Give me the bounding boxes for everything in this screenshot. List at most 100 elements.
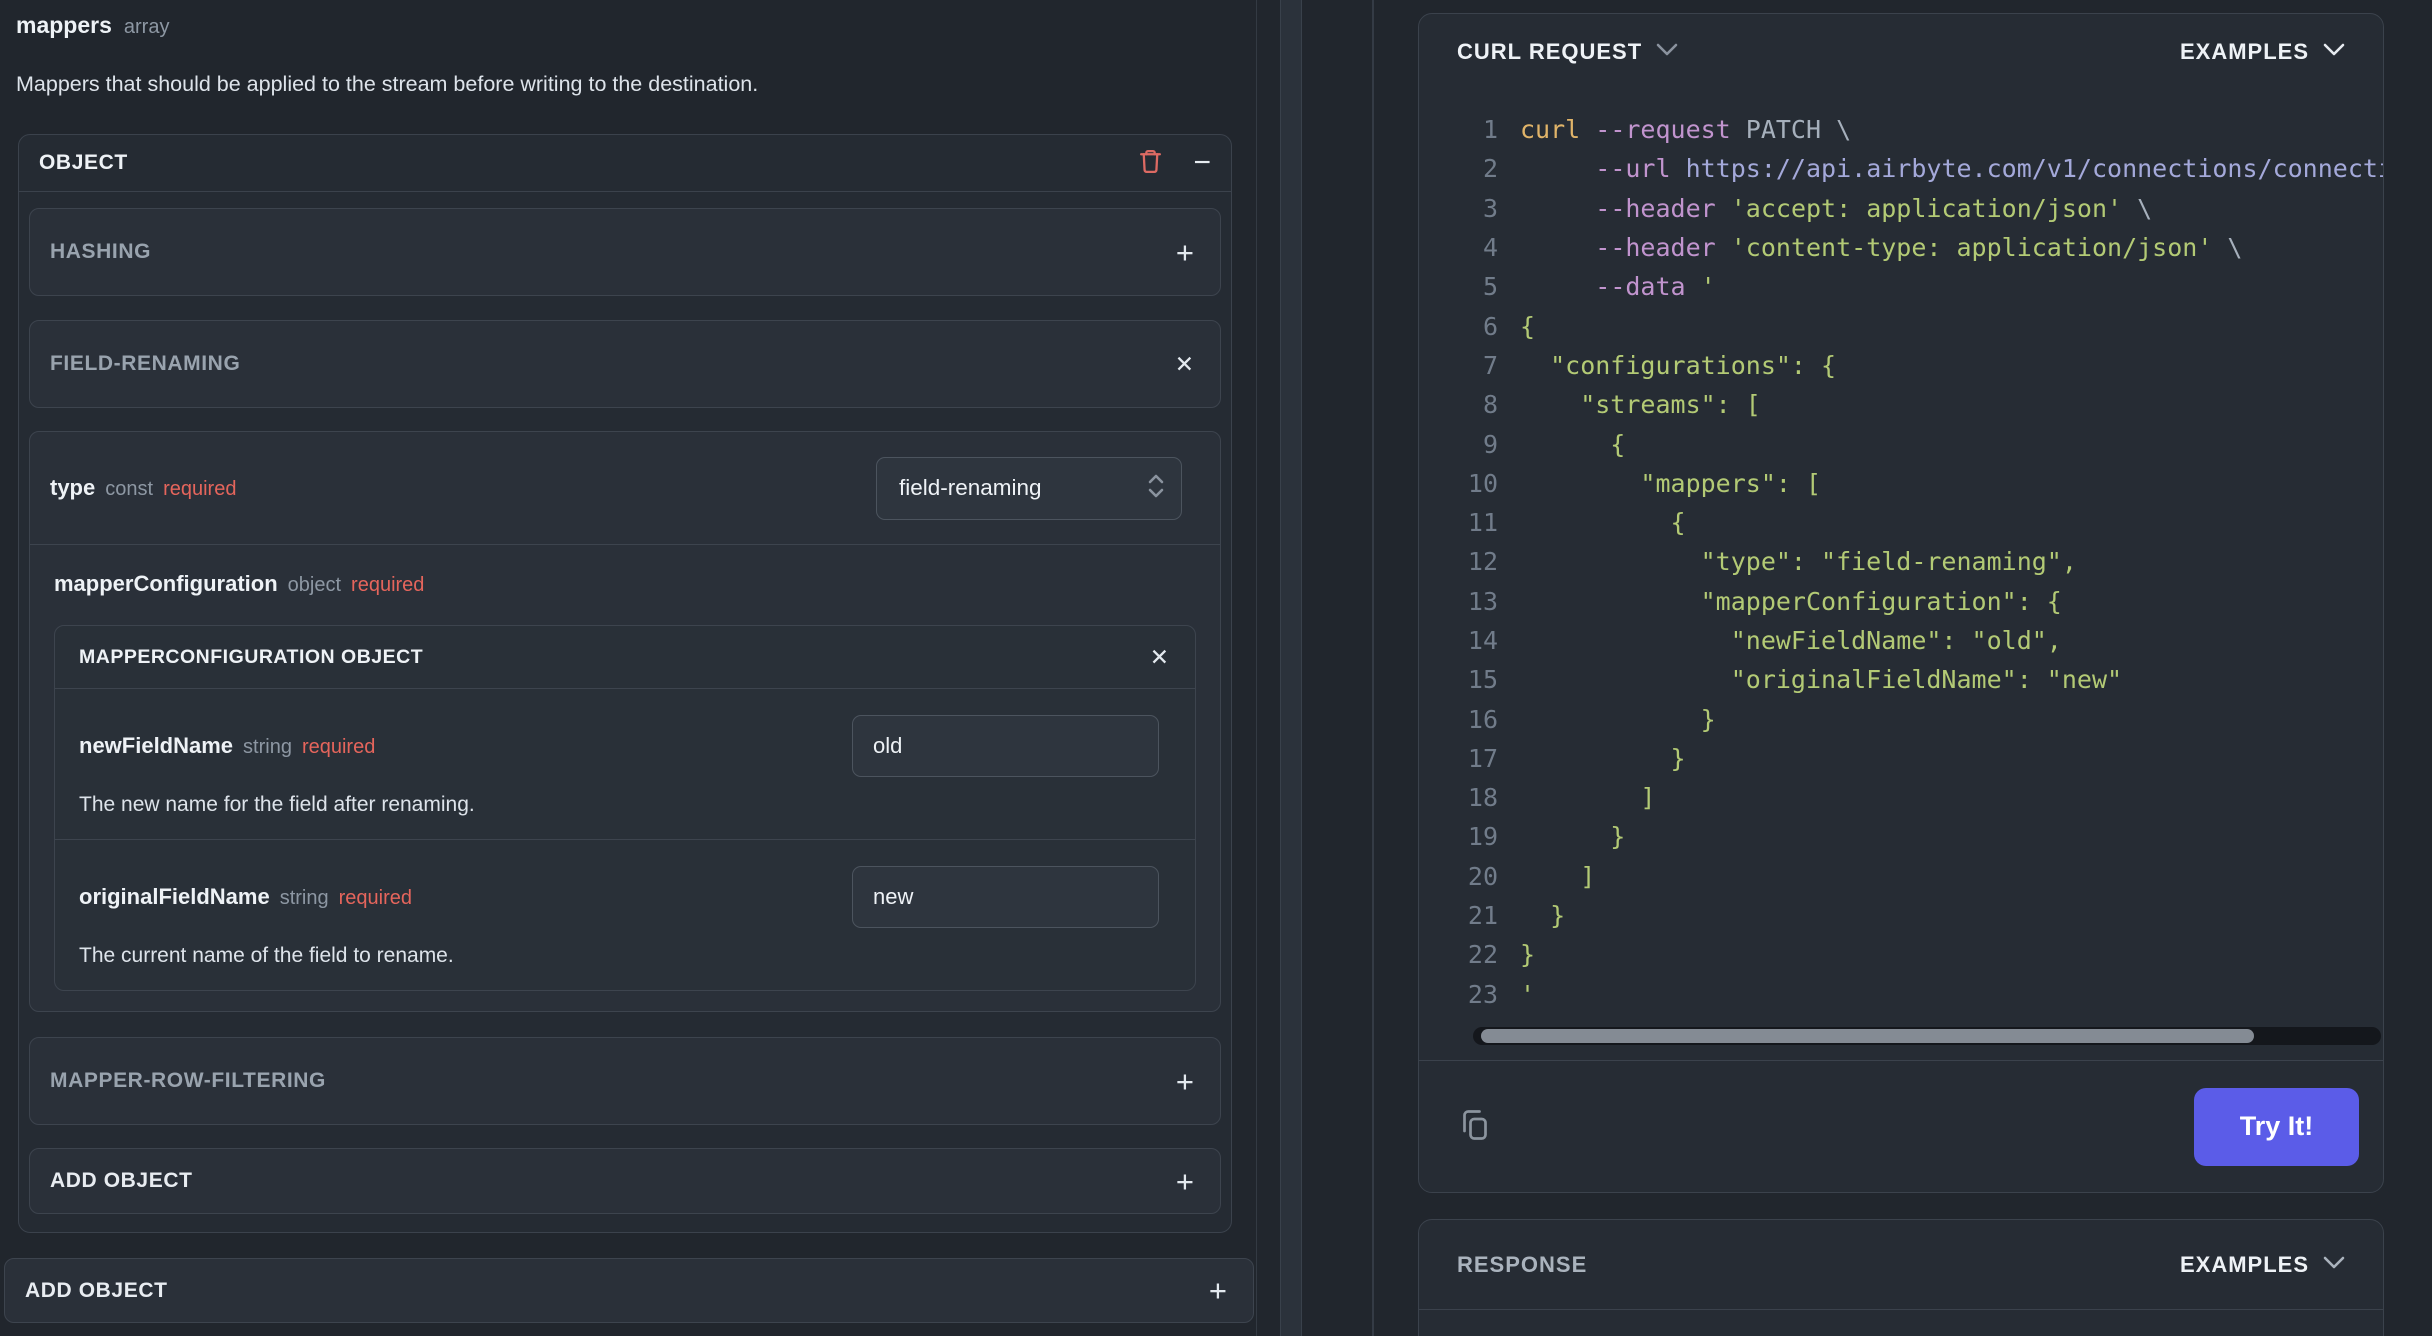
code-token: 'accept: application/json' — [1730, 193, 2123, 223]
field-required-badge: required — [338, 887, 413, 909]
original-field-name-input[interactable] — [852, 866, 1159, 928]
line-number: 13 — [1467, 586, 1498, 616]
code-token: curl — [1520, 115, 1596, 145]
examples-label: EXAMPLES — [2179, 1251, 2309, 1277]
line-number: 19 — [1467, 822, 1498, 852]
line-number: 17 — [1467, 743, 1498, 773]
code-line: 14 "newFieldName": "old", — [1419, 621, 2383, 660]
field-name: type — [50, 475, 96, 500]
field-name: mapperConfiguration — [54, 571, 278, 596]
code-token: https://api.airbyte.com/v1/connections/c… — [1685, 154, 2383, 184]
field-description: The new name for the field after renamin… — [79, 793, 475, 816]
code-line: 21 } — [1419, 896, 2383, 935]
field-description: The current name of the field to rename. — [79, 944, 454, 967]
code-line: 19 } — [1419, 817, 2383, 856]
new-field-name-row: newFieldName string required The new nam… — [55, 689, 1195, 839]
code-viewer: 1 curl --request PATCH \ 2 --url https://a… — [1419, 98, 2383, 1026]
close-icon[interactable]: ✕ — [1175, 352, 1194, 376]
delete-object-button[interactable] — [1138, 148, 1163, 178]
response-examples-selector[interactable]: EXAMPLES — [2180, 1252, 2345, 1278]
left-pane-scrollbar[interactable] — [1280, 0, 1302, 1336]
mapper-configuration-box-header: MAPPERCONFIGURATION OBJECT ✕ — [55, 626, 1195, 689]
new-field-name-input[interactable] — [852, 715, 1159, 777]
code-line: 15 "originalFieldName": "new" — [1419, 660, 2383, 699]
variant-mapper-row-filtering[interactable]: MAPPER-ROW-FILTERING + — [29, 1037, 1221, 1125]
code-line: 7 "configurations": { — [1419, 346, 2383, 385]
field-kind: const — [105, 478, 154, 500]
chevron-up-down-icon — [1145, 471, 1167, 506]
code-line: 6{ — [1419, 306, 2383, 345]
type-select[interactable]: field-renaming — [876, 456, 1182, 520]
code-token: "streams": [ — [1520, 390, 1761, 420]
line-number: 9 — [1482, 429, 1498, 459]
code-line: 11 { — [1419, 503, 2383, 542]
add-object-label: ADD OBJECT — [50, 1169, 193, 1192]
code-token: } — [1520, 704, 1716, 734]
line-number: 12 — [1467, 547, 1498, 577]
variant-hashing[interactable]: HASHING + — [29, 208, 1221, 296]
curl-request-selector[interactable]: CURL REQUEST — [1457, 39, 1678, 65]
object-panel-header[interactable]: OBJECT − — [19, 135, 1231, 192]
new-field-name-label: newFieldName string required — [79, 733, 375, 759]
code-line: 13 "mapperConfiguration": { — [1419, 582, 2383, 621]
mapper-configuration-box-title: MAPPERCONFIGURATION OBJECT — [79, 645, 424, 668]
plus-icon[interactable]: + — [1176, 1066, 1194, 1097]
code-line: 22} — [1419, 935, 2383, 974]
code-horizontal-scrollbar-thumb[interactable] — [1481, 1029, 2254, 1043]
line-number: 15 — [1467, 665, 1498, 695]
line-number: 22 — [1467, 940, 1498, 970]
curl-request-panel: CURL REQUEST EXAMPLES 1 curl --request PA… — [1418, 13, 2384, 1193]
original-field-name-row: originalFieldName string required The cu… — [55, 839, 1195, 990]
variant-hashing-title: HASHING — [50, 240, 152, 263]
add-object-button-root[interactable]: ADD OBJECT + — [4, 1258, 1254, 1323]
close-icon[interactable]: ✕ — [1150, 645, 1169, 669]
object-panel-body: HASHING + FIELD-RENAMING ✕ type const re… — [19, 192, 1231, 1234]
collapse-object-button[interactable]: − — [1193, 148, 1211, 178]
code-line: 5 --data ' — [1419, 267, 2383, 306]
code-line: 3 --header 'accept: application/json' \ — [1419, 189, 2383, 228]
copy-code-button[interactable] — [1457, 1107, 1493, 1146]
schema-doc-pane: mappers array Mappers that should be app… — [0, 0, 1257, 1336]
request-examples-selector[interactable]: EXAMPLES — [2180, 39, 2345, 65]
code-horizontal-scrollbar[interactable] — [1473, 1027, 2381, 1045]
type-field-row: type const required field-renaming — [30, 432, 1220, 545]
code-line: 12 "type": "field-renaming", — [1419, 542, 2383, 581]
code-token: "mappers": [ — [1520, 468, 1822, 498]
try-it-button[interactable]: Try It! — [2194, 1087, 2359, 1166]
code-token: ] — [1520, 861, 1596, 891]
variant-field-renaming[interactable]: FIELD-RENAMING ✕ — [29, 320, 1221, 408]
code-token: { — [1520, 311, 1536, 341]
code-line: 16 } — [1419, 699, 2383, 738]
code-token: "type": "field-renaming", — [1520, 547, 2077, 577]
code-token: 'content-type: application/json' — [1730, 233, 2213, 263]
line-number: 21 — [1467, 901, 1498, 931]
line-number: 7 — [1482, 350, 1498, 380]
code-line: 2 --url https://api.airbyte.com/v1/conne… — [1419, 149, 2383, 188]
field-kind: string — [243, 736, 292, 758]
property-description: Mappers that should be applied to the st… — [16, 72, 759, 96]
object-panel-title: OBJECT — [39, 151, 128, 174]
line-number: 11 — [1467, 508, 1498, 538]
plus-icon[interactable]: + — [1176, 237, 1194, 268]
code-token: { — [1520, 429, 1626, 459]
curl-request-footer: Try It! — [1419, 1060, 2383, 1192]
line-number: 16 — [1467, 704, 1498, 734]
line-number: 23 — [1467, 979, 1498, 1009]
add-object-button-inner[interactable]: ADD OBJECT + — [29, 1148, 1221, 1214]
line-number: 6 — [1482, 311, 1498, 341]
response-header: RESPONSE EXAMPLES — [1419, 1220, 2383, 1310]
code-token: { — [1520, 508, 1686, 538]
field-required-badge: required — [351, 574, 425, 596]
code-token: } — [1520, 901, 1566, 931]
add-object-label: ADD OBJECT — [25, 1278, 168, 1302]
object-panel: OBJECT − HASHING + FIELD-RENAMING ✕ type… — [18, 134, 1232, 1233]
mapper-configuration-box: MAPPERCONFIGURATION OBJECT ✕ newFieldNam… — [54, 625, 1196, 991]
line-number: 4 — [1482, 233, 1498, 263]
code-token: "newFieldName": "old", — [1520, 626, 2062, 655]
plus-icon[interactable]: + — [1176, 1166, 1194, 1197]
plus-icon[interactable]: + — [1209, 1275, 1227, 1306]
code-line: 8 "streams": [ — [1419, 385, 2383, 424]
